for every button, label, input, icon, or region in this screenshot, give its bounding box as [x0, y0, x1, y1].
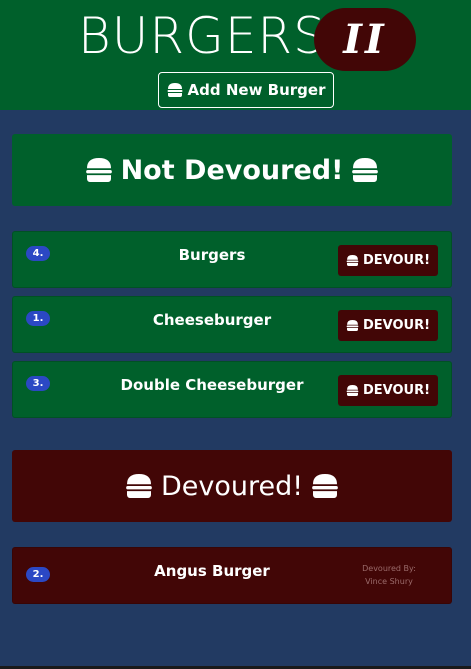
hamburger-icon	[85, 158, 112, 182]
devoured-by-info: Devoured By: Vince Shury	[349, 562, 429, 588]
hamburger-icon	[126, 474, 152, 498]
devour-button-label: DEVOUR!	[362, 253, 431, 268]
devour-button[interactable]: DEVOUR!	[338, 375, 438, 406]
not-devoured-title: Not Devoured!	[120, 154, 344, 186]
burger-card: 3. Double Cheeseburger DEVOUR!	[12, 361, 452, 418]
app-title: BURGERS	[78, 7, 326, 65]
devoured-by-name: Vince Shury	[365, 577, 413, 586]
app-header: BURGERS II Add New Burger	[0, 0, 471, 110]
hamburger-icon	[346, 320, 359, 331]
title-numeral-badge: II	[314, 8, 416, 71]
burger-name: Double Cheeseburger	[120, 376, 304, 394]
burger-name: Angus Burger	[154, 562, 270, 580]
hamburger-icon	[167, 83, 183, 97]
devour-button[interactable]: DEVOUR!	[338, 245, 438, 276]
devoured-by-label: Devoured By:	[362, 564, 416, 573]
burger-number-badge: 3.	[26, 376, 50, 391]
devour-button-label: DEVOUR!	[362, 318, 431, 333]
add-new-burger-button[interactable]: Add New Burger	[158, 72, 334, 108]
burger-number-badge: 4.	[26, 246, 50, 261]
hamburger-icon	[312, 474, 338, 498]
devoured-burger-card: 2. Angus Burger Devoured By: Vince Shury	[12, 547, 452, 604]
burger-name: Burgers	[178, 246, 246, 264]
devour-button-label: DEVOUR!	[362, 383, 431, 398]
burger-name: Cheeseburger	[152, 311, 272, 329]
hamburger-icon	[352, 158, 379, 182]
hamburger-icon	[346, 255, 359, 266]
burger-card: 4. Burgers DEVOUR!	[12, 231, 452, 288]
devour-button[interactable]: DEVOUR!	[338, 310, 438, 341]
burger-card: 1. Cheeseburger DEVOUR!	[12, 296, 452, 353]
add-new-burger-label: Add New Burger	[187, 81, 326, 99]
devoured-heading: Devoured!	[12, 450, 452, 522]
hamburger-icon	[346, 385, 359, 396]
burger-number-badge: 1.	[26, 311, 50, 326]
not-devoured-heading: Not Devoured!	[12, 134, 452, 206]
devoured-title: Devoured!	[160, 470, 304, 502]
burger-number-badge: 2.	[26, 567, 50, 582]
